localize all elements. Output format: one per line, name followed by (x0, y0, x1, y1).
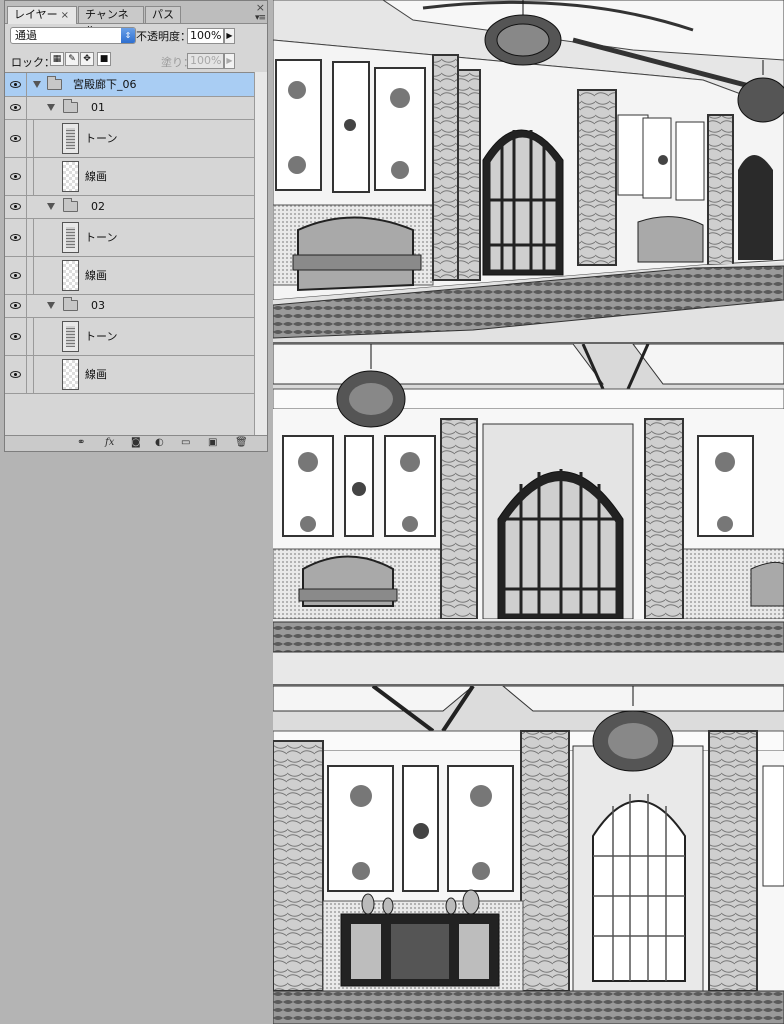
layer-name: トーン (85, 230, 118, 244)
folder-icon (63, 99, 78, 113)
fx-icon[interactable]: fx (105, 437, 114, 449)
new-group-icon[interactable]: ▭ (181, 437, 190, 449)
visibility-eye-icon[interactable] (5, 356, 27, 393)
collapse-triangle-icon[interactable] (47, 203, 55, 210)
lock-fill-row: ロック： ▦ ✎ ✥ ■ 塗り： 100% ▶ (5, 49, 267, 71)
manga-panel-1 (273, 0, 784, 344)
layer-row-group-main[interactable]: 宮殿廊下_06 (5, 73, 254, 97)
visibility-eye-icon[interactable] (5, 73, 27, 96)
layer-thumbnail (62, 123, 79, 154)
new-layer-icon[interactable]: ▣ (208, 437, 217, 449)
layer-name: 宮殿廊下_06 (73, 77, 137, 91)
blend-mode-select[interactable]: 通過 ⇕ (10, 27, 136, 44)
layer-name: 線画 (85, 169, 107, 183)
tab-close-icon[interactable]: × (61, 10, 69, 21)
opacity-field[interactable]: 100% (187, 28, 224, 44)
layer-name: 03 (91, 299, 105, 312)
lock-all-icon[interactable]: ■ (97, 52, 111, 66)
visibility-eye-icon[interactable] (5, 318, 27, 355)
layer-name: トーン (85, 329, 118, 343)
manga-panel-2 (273, 344, 784, 686)
corridor-illustration-3 (273, 686, 784, 1024)
fill-slider-button[interactable]: ▶ (224, 53, 235, 69)
lock-label: ロック： (11, 56, 55, 69)
folder-icon (63, 297, 78, 311)
lock-transparency-icon[interactable]: ▦ (50, 52, 64, 66)
layer-row-lineart-03[interactable]: 線画 (5, 356, 254, 394)
adjustment-icon[interactable]: ◐ (155, 437, 164, 449)
visibility-eye-icon[interactable] (5, 158, 27, 195)
layer-name: 線画 (85, 367, 107, 381)
tab-channels[interactable]: チャンネル (78, 6, 144, 37)
layer-name: 02 (91, 200, 105, 213)
fill-field[interactable]: 100% (187, 53, 224, 69)
layer-row-group-03[interactable]: 03 (5, 295, 254, 318)
trash-icon[interactable]: 🗑 (235, 437, 248, 449)
indent-line (33, 356, 34, 393)
layer-row-lineart-02[interactable]: 線画 (5, 257, 254, 295)
opacity-label: 不透明度： (136, 30, 191, 43)
indent-line (33, 219, 34, 256)
layer-row-group-01[interactable]: 01 (5, 97, 254, 120)
layer-list-scrollbar[interactable] (254, 72, 267, 438)
layer-row-tone-03[interactable]: トーン (5, 318, 254, 356)
visibility-eye-icon[interactable] (5, 219, 27, 256)
layer-row-tone-02[interactable]: トーン (5, 219, 254, 257)
select-arrows-icon: ⇕ (121, 28, 135, 43)
lock-move-icon[interactable]: ✥ (80, 52, 94, 66)
layer-thumbnail (62, 359, 79, 390)
layer-name: 01 (91, 101, 105, 114)
blend-opacity-row: 通過 ⇕ 不透明度： 100% ▶ (5, 25, 267, 47)
indent-line (33, 257, 34, 294)
visibility-eye-icon[interactable] (5, 257, 27, 294)
layer-name: トーン (85, 131, 118, 145)
layer-row-group-02[interactable]: 02 (5, 196, 254, 219)
layer-thumbnail (62, 222, 79, 253)
panel-footer: ⚭ fx ◙ ◐ ▭ ▣ 🗑 (5, 435, 267, 451)
document-canvas[interactable] (273, 0, 784, 1024)
tab-layers[interactable]: レイヤー × (7, 6, 77, 24)
mask-icon[interactable]: ◙ (131, 437, 141, 449)
corridor-illustration-2 (273, 344, 784, 684)
collapse-triangle-icon[interactable] (47, 302, 55, 309)
indent-line (33, 318, 34, 355)
layer-row-lineart-01[interactable]: 線画 (5, 158, 254, 196)
collapse-triangle-icon[interactable] (33, 80, 41, 88)
visibility-eye-icon[interactable] (5, 196, 27, 218)
visibility-eye-icon[interactable] (5, 120, 27, 157)
layer-thumbnail (62, 161, 79, 192)
layers-panel: レイヤー× チャンネル パス × ▾≡ 通過 ⇕ 不透明度： 100% ▶ ロッ… (4, 0, 268, 452)
tab-layers-label: レイヤー (14, 8, 58, 21)
opacity-slider-button[interactable]: ▶ (224, 28, 235, 44)
folder-icon (47, 75, 62, 90)
visibility-eye-icon[interactable] (5, 97, 27, 119)
layer-thumbnail (62, 260, 79, 291)
visibility-eye-icon[interactable] (5, 295, 27, 317)
tab-paths[interactable]: パス (145, 6, 181, 23)
layer-name: 線画 (85, 268, 107, 282)
layer-thumbnail (62, 321, 79, 352)
blend-mode-value: 通過 (15, 29, 37, 42)
folder-icon (63, 198, 78, 212)
panel-tab-bar: レイヤー× チャンネル パス × ▾≡ (5, 1, 267, 37)
indent-line (33, 158, 34, 195)
panel-menu-icon[interactable]: ▾≡ (255, 13, 266, 23)
indent-line (33, 120, 34, 157)
corridor-illustration-1 (273, 0, 784, 342)
collapse-triangle-icon[interactable] (47, 104, 55, 111)
layer-list: 宮殿廊下_06 01 トーン 線画 02 トーン 線画 03 トーン 線画 (5, 72, 254, 439)
lock-brush-icon[interactable]: ✎ (65, 52, 79, 66)
tab-paths-label: パス (152, 8, 174, 21)
link-icon[interactable]: ⚭ (77, 437, 85, 449)
manga-panel-3 (273, 686, 784, 1024)
layer-row-tone-01[interactable]: トーン (5, 120, 254, 158)
